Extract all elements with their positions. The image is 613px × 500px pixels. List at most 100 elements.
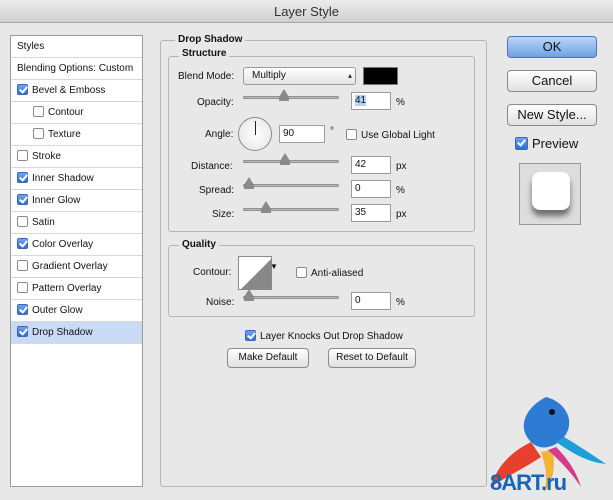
noise-label: Noise: — [206, 297, 235, 308]
distance-label: Distance: — [191, 161, 233, 172]
size-unit: px — [396, 209, 407, 220]
contour-dropdown-arrow-icon[interactable]: ▼ — [270, 262, 278, 271]
make-default-button[interactable]: Make Default — [227, 348, 309, 368]
contour-curve-icon — [241, 259, 271, 289]
reset-to-default-button[interactable]: Reset to Default — [328, 348, 416, 368]
sidebar-item[interactable]: Inner Glow — [11, 190, 142, 212]
sidebar-item[interactable]: Gradient Overlay — [11, 256, 142, 278]
sidebar-item[interactable]: Outer Glow — [11, 300, 142, 322]
sidebar-item-label: Satin — [32, 217, 55, 228]
opacity-slider-thumb[interactable] — [279, 89, 290, 101]
watermark-text: 8ART.ru — [490, 470, 567, 495]
noise-slider-thumb[interactable] — [244, 289, 254, 301]
anti-aliased-box[interactable] — [296, 267, 307, 278]
sidebar-item-checkbox[interactable] — [17, 260, 28, 271]
opacity-unit: % — [396, 97, 405, 108]
blend-mode-value: Multiply — [252, 70, 286, 81]
opacity-label: Opacity: — [197, 97, 234, 108]
sidebar-item[interactable]: Drop Shadow — [11, 322, 142, 344]
sidebar-item-checkbox[interactable] — [33, 106, 44, 117]
opacity-input[interactable]: 41 — [351, 92, 391, 110]
sidebar-item[interactable]: Styles — [11, 36, 142, 58]
sidebar-item-checkbox[interactable] — [17, 194, 28, 205]
structure-title: Structure — [179, 48, 230, 59]
blend-mode-label: Blend Mode: — [178, 71, 235, 82]
angle-input[interactable]: 90 — [279, 125, 325, 143]
use-global-light-box[interactable] — [346, 129, 357, 140]
contour-picker[interactable] — [238, 256, 272, 290]
layer-knocks-out-box[interactable] — [245, 330, 256, 341]
size-slider[interactable] — [243, 201, 339, 213]
sidebar-item-label: Inner Glow — [32, 195, 81, 206]
noise-unit: % — [396, 297, 405, 308]
layer-knocks-out-label: Layer Knocks Out Drop Shadow — [260, 331, 403, 342]
sidebar-item[interactable]: Pattern Overlay — [11, 278, 142, 300]
sidebar-item[interactable]: Inner Shadow — [11, 168, 142, 190]
sidebar-item-label: Contour — [48, 107, 84, 118]
sidebar-item-label: Drop Shadow — [32, 327, 93, 338]
new-style-button[interactable]: New Style... — [507, 104, 597, 126]
sidebar-item-label: Inner Shadow — [32, 173, 94, 184]
sidebar-item-checkbox[interactable] — [33, 128, 44, 139]
spread-unit: % — [396, 185, 405, 196]
sidebar-item-checkbox[interactable] — [17, 84, 28, 95]
quality-title: Quality — [179, 239, 219, 250]
sidebar-item-label: Outer Glow — [32, 305, 83, 316]
sidebar-item[interactable]: Stroke — [11, 146, 142, 168]
noise-input[interactable]: 0 — [351, 292, 391, 310]
sidebar-item-label: Bevel & Emboss — [32, 85, 106, 96]
distance-unit: px — [396, 161, 407, 172]
spread-slider-thumb[interactable] — [244, 177, 254, 189]
sidebar-item[interactable]: Satin — [11, 212, 142, 234]
title-bar: Layer Style — [0, 0, 613, 23]
drop-shadow-title: Drop Shadow — [175, 34, 246, 45]
sidebar-item-checkbox[interactable] — [17, 326, 28, 337]
sidebar-item-label: Color Overlay — [32, 239, 94, 250]
size-value: 35 — [355, 207, 367, 218]
anti-aliased-checkbox[interactable]: Anti-aliased — [296, 267, 363, 279]
sidebar-item[interactable]: Contour — [11, 102, 142, 124]
sidebar-item[interactable]: Blending Options: Custom — [11, 58, 142, 80]
preview-checkbox[interactable]: Preview — [515, 136, 578, 151]
angle-unit: ° — [330, 126, 334, 137]
sidebar-item[interactable]: Bevel & Emboss — [11, 80, 142, 102]
blend-mode-select[interactable]: Multiply ▴ — [243, 67, 356, 85]
preview-box[interactable] — [515, 137, 528, 150]
sidebar-item-label: Gradient Overlay — [32, 261, 108, 272]
use-global-light-label: Use Global Light — [361, 130, 435, 141]
opacity-slider[interactable] — [243, 89, 339, 101]
sidebar-item-checkbox[interactable] — [17, 172, 28, 183]
sidebar-item-checkbox[interactable] — [17, 150, 28, 161]
size-input[interactable]: 35 — [351, 204, 391, 222]
angle-dial[interactable] — [238, 117, 272, 151]
noise-slider[interactable] — [243, 289, 339, 301]
use-global-light-checkbox[interactable]: Use Global Light — [346, 129, 435, 141]
preview-shape — [532, 172, 570, 210]
anti-aliased-label: Anti-aliased — [311, 268, 364, 279]
angle-value: 90 — [283, 128, 295, 139]
sidebar-item-checkbox[interactable] — [17, 282, 28, 293]
sidebar-item[interactable]: Texture — [11, 124, 142, 146]
distance-input[interactable]: 42 — [351, 156, 391, 174]
distance-slider-thumb[interactable] — [280, 153, 291, 165]
spread-slider[interactable] — [243, 177, 339, 189]
distance-value: 42 — [355, 159, 367, 170]
spread-input[interactable]: 0 — [351, 180, 391, 198]
size-slider-thumb[interactable] — [261, 201, 272, 213]
ok-button[interactable]: OK — [507, 36, 597, 58]
preview-label: Preview — [532, 136, 579, 151]
styles-sidebar: Styles Blending Options: Custom Bevel & Em… — [10, 35, 143, 487]
size-label: Size: — [212, 209, 235, 220]
angle-label: Angle: — [205, 129, 234, 140]
opacity-value: 41 — [355, 95, 367, 106]
layer-knocks-out-checkbox[interactable]: Layer Knocks Out Drop Shadow — [245, 330, 403, 342]
cancel-button[interactable]: Cancel — [507, 70, 597, 92]
sidebar-item[interactable]: Color Overlay — [11, 234, 142, 256]
sidebar-item-checkbox[interactable] — [17, 216, 28, 227]
updown-arrows-icon: ▴ — [347, 71, 352, 80]
sidebar-item-checkbox[interactable] — [17, 238, 28, 249]
distance-slider[interactable] — [243, 153, 339, 165]
sidebar-item-checkbox[interactable] — [17, 304, 28, 315]
shadow-color-swatch[interactable] — [363, 67, 398, 85]
sidebar-item-label: Styles — [17, 41, 45, 52]
